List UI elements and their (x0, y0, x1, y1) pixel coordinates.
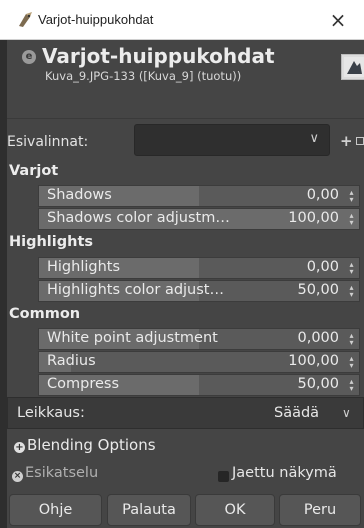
preview-checkbox[interactable]: × (12, 471, 23, 482)
dialog-subtitle: Kuva_9.JPG-133 ([Kuva_9] (tuotu)) (45, 69, 242, 83)
section-shadows: Varjot (9, 163, 59, 179)
chevron-down-icon: ∨ (309, 131, 319, 146)
preview-label[interactable]: Esikatselu (25, 465, 98, 481)
shadows-color-slider[interactable]: Shadows color adjustm… 100,00 ▴ ▾ (38, 208, 360, 230)
dialog-window: Varjot-huippukohdat × e Varjot-huippukoh… (0, 0, 364, 528)
slider-label: Highlights (47, 259, 121, 275)
presets-menu-icon[interactable] (356, 137, 364, 145)
chevron-down-icon[interactable]: ∨ (342, 406, 351, 420)
section-highlights: Highlights (9, 234, 94, 250)
radius-slider[interactable]: Radius 100,00 ▴ ▾ (38, 351, 360, 373)
slider-label: Radius (47, 353, 96, 369)
title-bar: Varjot-huippukohdat × (0, 0, 364, 40)
highlights-color-slider[interactable]: Highlights color adjust… 50,00 ▴ ▾ (38, 280, 360, 302)
presets-label: Esivalinnat: (7, 134, 89, 150)
ok-button[interactable]: OK (195, 494, 275, 526)
spin-arrows-icon[interactable]: ▴ ▾ (347, 378, 356, 393)
spin-arrows-icon[interactable]: ▴ ▾ (347, 212, 356, 227)
slider-value: 0,000 (297, 330, 339, 346)
split-view-checkbox[interactable] (218, 471, 229, 482)
section-common: Common (9, 306, 81, 322)
gimp-app-icon (17, 11, 35, 29)
slider-value: 100,00 (288, 353, 339, 369)
clipping-label: Leikkaus: (17, 405, 85, 421)
highlights-slider[interactable]: Highlights 0,00 ▴ ▾ (38, 257, 360, 279)
dialog-title: Varjot-huippukohdat (42, 44, 275, 68)
help-button[interactable]: Ohje (9, 494, 102, 526)
cancel-button[interactable]: Peru (279, 494, 361, 526)
window-title: Varjot-huippukohdat (38, 12, 154, 27)
spin-arrows-icon[interactable]: ▴ ▾ (347, 189, 356, 204)
clipping-value[interactable]: Säädä (274, 405, 319, 421)
spin-arrows-icon[interactable]: ▴ ▾ (347, 355, 356, 370)
compress-slider[interactable]: Compress 50,00 ▴ ▾ (38, 374, 360, 396)
gegl-icon: e (22, 50, 36, 64)
presets-combo[interactable]: ∨ (134, 124, 330, 156)
left-edge (0, 40, 7, 528)
slider-value: 0,00 (306, 187, 339, 203)
slider-label: White point adjustment (47, 330, 218, 346)
expander-plus-icon[interactable]: + (14, 442, 25, 453)
spin-arrows-icon[interactable]: ▴ ▾ (347, 284, 356, 299)
slider-label: Highlights color adjust… (47, 282, 224, 298)
dialog-header: e Varjot-huippukohdat Kuva_9.JPG-133 ([K… (7, 40, 364, 90)
slider-value: 100,00 (288, 210, 339, 226)
split-view-label[interactable]: Jaettu näkymä (232, 465, 337, 481)
white-point-slider[interactable]: White point adjustment 0,000 ▴ ▾ (38, 328, 360, 350)
spin-arrows-icon[interactable]: ▴ ▾ (347, 332, 356, 347)
reset-button[interactable]: Palauta (107, 494, 191, 526)
slider-label: Shadows (47, 187, 112, 203)
add-preset-button[interactable]: + (340, 132, 353, 150)
slider-value: 0,00 (306, 259, 339, 275)
shadows-slider[interactable]: Shadows 0,00 ▴ ▾ (38, 185, 360, 207)
image-thumbnail (341, 54, 364, 80)
close-button[interactable]: × (320, 6, 356, 34)
spin-arrows-icon[interactable]: ▴ ▾ (347, 261, 356, 276)
slider-value: 50,00 (297, 376, 339, 392)
slider-label: Compress (47, 376, 119, 392)
slider-label: Shadows color adjustm… (47, 210, 230, 226)
blending-options-expander[interactable]: Blending Options (27, 436, 156, 454)
header-separator (7, 118, 364, 119)
slider-value: 50,00 (297, 282, 339, 298)
